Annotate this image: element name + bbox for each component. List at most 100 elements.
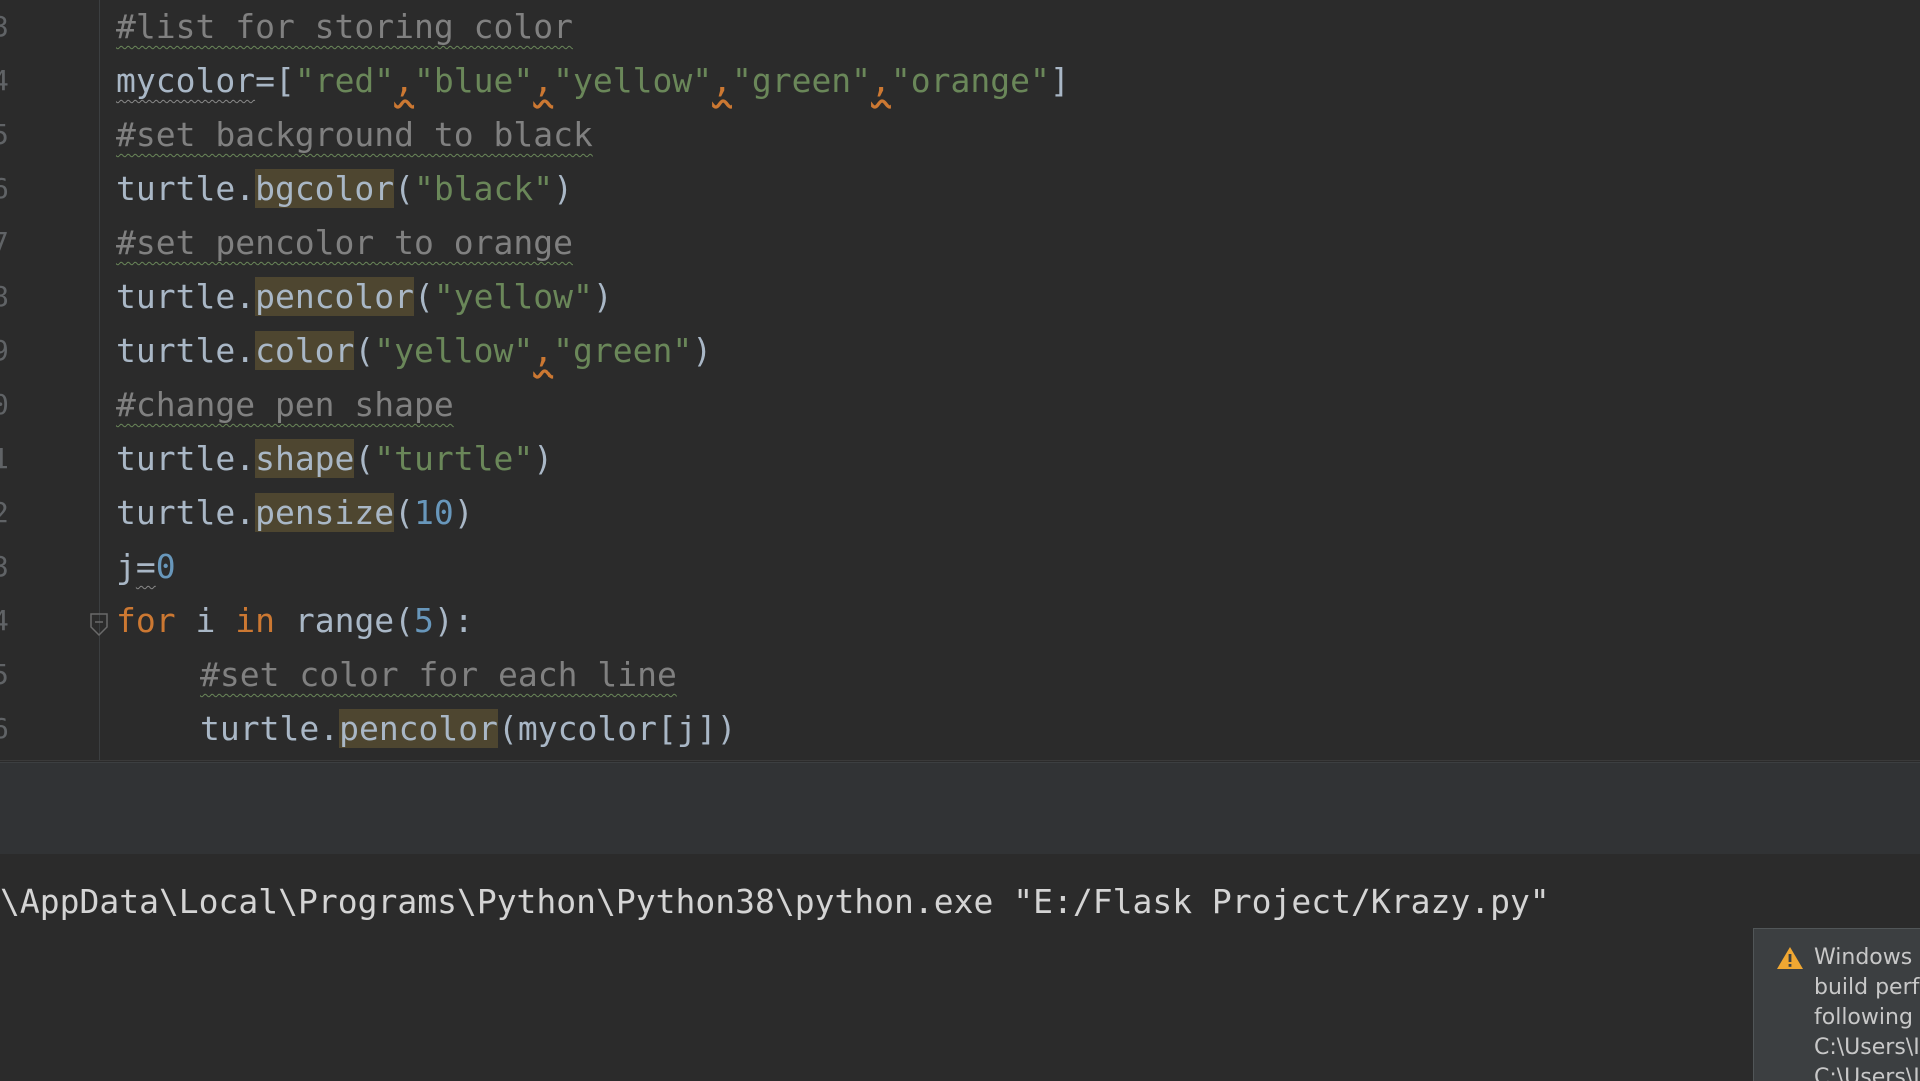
code-line[interactable]: mycolor=["red","blue","yellow","green","… <box>116 54 1070 108</box>
function-name: pencolor <box>255 277 415 316</box>
keyword: in <box>235 601 275 640</box>
code-editor[interactable]: 3 4 5 6 7 8 9 0 1 2 3 4 5 6 #list for st… <box>0 0 1920 760</box>
line-number: 6 <box>0 712 9 745</box>
variable: j <box>116 547 136 586</box>
fold-icon[interactable] <box>88 612 110 638</box>
console-command-line: \AppData\Local\Programs\Python\Python38\… <box>0 882 1550 921</box>
comment: #set color for each line <box>200 655 677 694</box>
run-console[interactable]: \AppData\Local\Programs\Python\Python38\… <box>0 854 1920 1080</box>
line-number: 6 <box>0 172 9 205</box>
string-literal: "yellow" <box>374 331 534 370</box>
string-literal: "red" <box>294 61 395 100</box>
string-literal: "yellow" <box>433 277 593 316</box>
comma: , <box>533 331 554 370</box>
keyword: for <box>116 601 176 640</box>
line-number: 5 <box>0 118 9 151</box>
paren: ): <box>433 601 474 640</box>
line-number: 2 <box>0 496 9 529</box>
warning-icon <box>1777 947 1803 969</box>
code-line[interactable]: turtle.pensize(10) <box>116 486 474 540</box>
notification-balloon[interactable]: Windows D build perfo following c C:\Use… <box>1753 928 1920 1081</box>
code-line[interactable]: turtle.bgcolor("black") <box>116 162 573 216</box>
notification-line: C:\Users\IN <box>1814 1065 1920 1081</box>
line-number: 3 <box>0 550 9 583</box>
comma: , <box>871 61 891 100</box>
object-name: turtle. <box>200 709 340 748</box>
function-call: range( <box>274 601 415 640</box>
function-name: pencolor <box>339 709 499 748</box>
notification-line: Windows D <box>1814 945 1920 970</box>
number-literal: 10 <box>414 493 454 532</box>
paren: ( <box>354 439 375 478</box>
argument: (mycolor[j]) <box>498 709 737 748</box>
paren: ( <box>414 277 434 316</box>
string-literal: "blue" <box>414 61 534 100</box>
code-line[interactable]: #set pencolor to orange <box>116 216 573 270</box>
string-literal: "orange" <box>890 61 1050 100</box>
code-line[interactable]: #set color for each line <box>116 648 677 702</box>
comment: #change pen shape <box>116 385 454 424</box>
paren: ) <box>533 439 554 478</box>
line-number-gutter: 3 4 5 6 7 8 9 0 1 2 3 4 5 6 <box>0 0 100 760</box>
paren: ( <box>354 331 375 370</box>
string-literal: "green" <box>553 331 693 370</box>
function-name: shape <box>255 439 355 478</box>
comma: , <box>394 61 415 100</box>
line-number: 9 <box>0 334 9 367</box>
number-literal: 0 <box>155 547 176 586</box>
line-number: 1 <box>0 442 9 475</box>
line-number: 8 <box>0 280 9 313</box>
line-number: 3 <box>0 10 9 43</box>
comment: #set pencolor to orange <box>116 223 573 262</box>
string-literal: "turtle" <box>374 439 534 478</box>
operator: = <box>135 547 156 586</box>
line-number: 0 <box>0 388 9 421</box>
bracket: ] <box>1049 61 1070 100</box>
object-name: turtle. <box>116 277 256 316</box>
comma: , <box>712 61 732 100</box>
object-name: turtle. <box>116 169 256 208</box>
function-name: color <box>255 331 355 370</box>
function-name: bgcolor <box>255 169 395 208</box>
paren: ( <box>394 493 415 532</box>
comment: #list for storing color <box>116 7 573 46</box>
notification-line: C:\Users\IN <box>1814 1035 1920 1060</box>
notification-line: build perfo <box>1814 975 1920 1000</box>
line-number: 7 <box>0 226 9 259</box>
object-name: turtle. <box>116 439 256 478</box>
paren: ) <box>592 277 613 316</box>
paren: ) <box>553 169 573 208</box>
code-line[interactable]: #set background to black <box>116 108 593 162</box>
variable: i <box>175 601 236 640</box>
code-line[interactable]: #list for storing color <box>116 0 573 54</box>
editor-divider <box>0 760 1920 761</box>
paren: ) <box>692 331 713 370</box>
notification-line: following c <box>1814 1005 1920 1030</box>
code-line[interactable]: turtle.color("yellow","green") <box>116 324 712 378</box>
comma: , <box>533 61 554 100</box>
object-name: turtle. <box>116 331 256 370</box>
code-line[interactable]: turtle.pencolor(mycolor[j]) <box>116 702 736 756</box>
string-literal: "yellow" <box>553 61 713 100</box>
function-name: pensize <box>255 493 395 532</box>
run-panel-header <box>0 762 1920 855</box>
gutter-divider <box>99 0 100 760</box>
paren: ( <box>394 169 415 208</box>
notification-text: Windows D build perfo following c C:\Use… <box>1814 943 1920 1081</box>
line-number: 4 <box>0 64 9 97</box>
code-line[interactable]: j=0 <box>116 540 176 594</box>
object-name: turtle. <box>116 493 256 532</box>
string-literal: "green" <box>731 61 872 100</box>
code-line[interactable]: turtle.pencolor("yellow") <box>116 270 613 324</box>
line-number: 5 <box>0 658 9 691</box>
code-line[interactable]: for i in range(5): <box>116 594 474 648</box>
code-line[interactable]: turtle.shape("turtle") <box>116 432 553 486</box>
variable: mycolor <box>116 61 256 100</box>
line-number: 4 <box>0 604 9 637</box>
paren: ) <box>453 493 474 532</box>
code-line[interactable]: #change pen shape <box>116 378 454 432</box>
comment: #set background to black <box>116 115 593 154</box>
string-literal: "black" <box>414 169 554 208</box>
number-literal: 5 <box>414 601 434 640</box>
operator: =[ <box>255 61 295 100</box>
